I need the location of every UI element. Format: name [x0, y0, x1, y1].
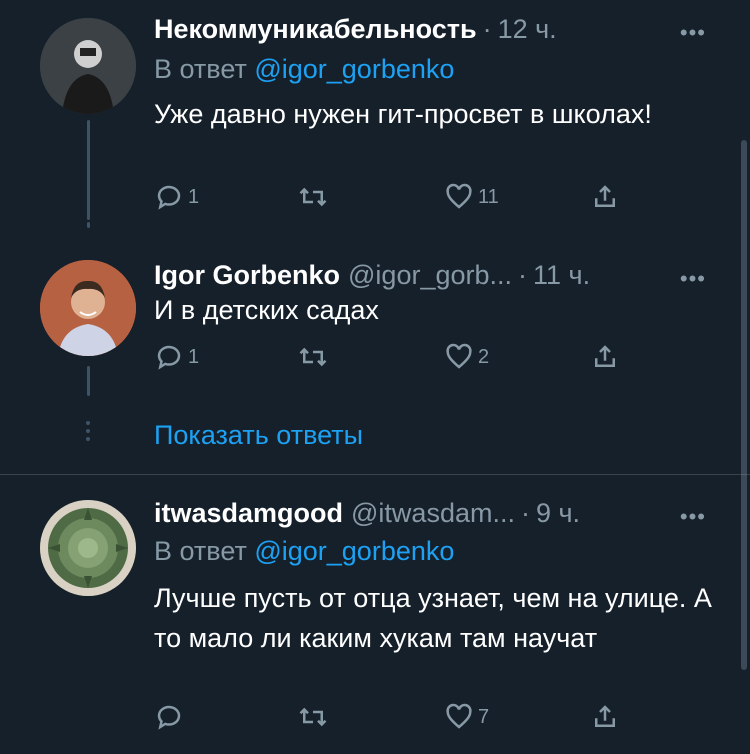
- reply-prefix: В ответ: [154, 54, 247, 84]
- retweet-button[interactable]: [298, 182, 328, 212]
- retweet-icon: [299, 707, 327, 727]
- like-count: 2: [478, 345, 490, 368]
- share-button[interactable]: [590, 182, 620, 212]
- like-icon: [446, 703, 472, 729]
- action-bar: 1 11: [154, 182, 634, 216]
- thread-line: [87, 120, 90, 220]
- tweet-text: Уже давно нужен гит-просвет в школах!: [154, 99, 652, 129]
- retweet-icon: [299, 347, 327, 367]
- avatar-image: [40, 260, 136, 356]
- retweet-icon: [299, 187, 327, 207]
- retweet-button[interactable]: [298, 702, 328, 732]
- thread-line: [87, 366, 90, 396]
- reply-button[interactable]: 1: [154, 342, 199, 372]
- reply-count: 1: [188, 345, 200, 368]
- tweet-3[interactable]: itwasdamgood @itwasdam... · 9 ч. ••• В о…: [0, 498, 750, 748]
- tweet-1[interactable]: Некоммуникабельность · 12 ч. ••• В ответ…: [0, 14, 750, 224]
- reply-icon: [157, 345, 181, 370]
- retweet-button[interactable]: [298, 342, 328, 372]
- thread-dots: [85, 421, 91, 445]
- share-icon: [595, 345, 615, 367]
- like-button[interactable]: 11: [444, 182, 499, 212]
- avatar[interactable]: [40, 500, 136, 596]
- share-button[interactable]: [590, 342, 620, 372]
- share-icon: [595, 185, 615, 207]
- reply-button[interactable]: [154, 702, 184, 732]
- reply-icon: [157, 185, 181, 210]
- author-handle[interactable]: @igor_gorb...: [348, 260, 512, 291]
- like-button[interactable]: 7: [444, 702, 489, 732]
- reply-icon: [157, 705, 181, 730]
- timestamp[interactable]: 11 ч.: [533, 260, 590, 291]
- action-bar: 7: [154, 702, 634, 736]
- tweet-text: И в детских садах: [154, 295, 379, 325]
- reply-mention-link[interactable]: @igor_gorbenko: [254, 54, 454, 84]
- author-name[interactable]: Некоммуникабельность: [154, 14, 477, 45]
- more-icon[interactable]: •••: [680, 266, 706, 292]
- show-replies-link[interactable]: Показать ответы: [154, 420, 363, 451]
- separator: ·: [518, 260, 528, 290]
- tweet-text: Лучше пусть от отца узнает, чем на улице…: [154, 583, 712, 653]
- like-icon: [446, 343, 472, 369]
- timestamp[interactable]: 9 ч.: [536, 498, 580, 529]
- like-button[interactable]: 2: [444, 342, 489, 372]
- reply-prefix: В ответ: [154, 536, 247, 566]
- like-count: 11: [478, 185, 499, 208]
- reply-context: В ответ @igor_gorbenko: [154, 54, 454, 85]
- share-button[interactable]: [590, 702, 620, 732]
- avatar-image: [40, 18, 136, 114]
- like-icon: [446, 183, 472, 209]
- action-bar: 1 2: [154, 342, 634, 376]
- like-count: 7: [478, 705, 490, 728]
- reply-count: 1: [188, 185, 200, 208]
- reply-context: В ответ @igor_gorbenko: [154, 536, 454, 567]
- timestamp[interactable]: 12 ч.: [498, 14, 557, 45]
- avatar-image: [40, 500, 136, 596]
- avatar[interactable]: [40, 260, 136, 356]
- tweet-2[interactable]: Igor Gorbenko @igor_gorb... · 11 ч. ••• …: [0, 222, 750, 396]
- reply-mention-link[interactable]: @igor_gorbenko: [254, 536, 454, 566]
- scrollbar[interactable]: [741, 140, 747, 670]
- share-icon: [595, 705, 615, 727]
- thread-line: [87, 222, 90, 228]
- more-icon[interactable]: •••: [680, 504, 706, 530]
- separator: ·: [482, 14, 492, 44]
- more-icon[interactable]: •••: [680, 20, 706, 46]
- divider: [0, 474, 750, 475]
- author-name[interactable]: itwasdamgood: [154, 498, 343, 529]
- reply-button[interactable]: 1: [154, 182, 199, 212]
- author-name[interactable]: Igor Gorbenko: [154, 260, 340, 291]
- avatar[interactable]: [40, 18, 136, 114]
- author-handle[interactable]: @itwasdam...: [351, 498, 515, 529]
- separator: ·: [520, 498, 530, 528]
